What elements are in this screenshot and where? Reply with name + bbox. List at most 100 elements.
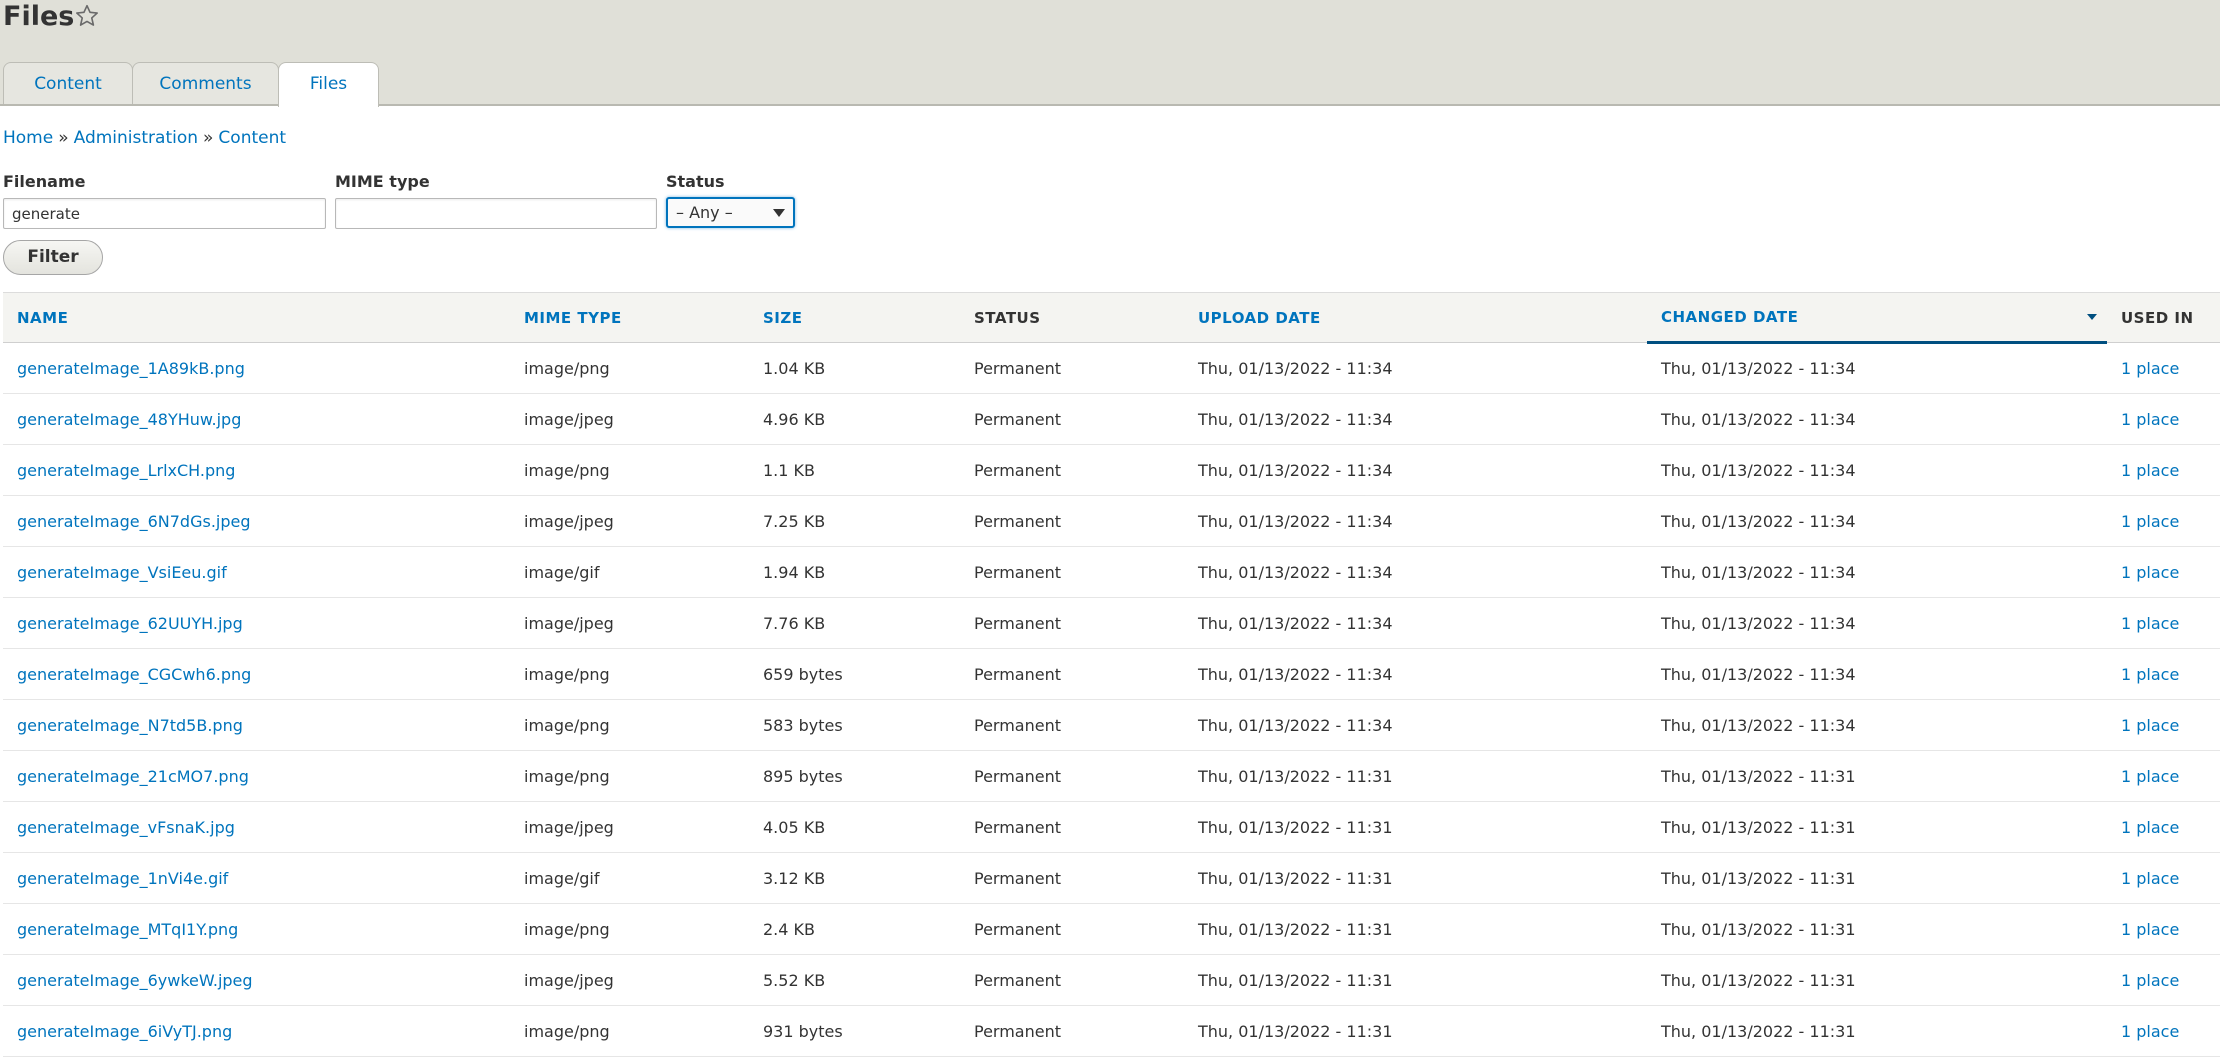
mime-type-cell: image/png [510, 904, 749, 955]
upload-date-cell: Thu, 01/13/2022 - 11:31 [1184, 802, 1647, 853]
tab-content[interactable]: Content [3, 62, 133, 104]
used-in-cell: 1 place [2107, 547, 2220, 598]
files-table: NAME MIME TYPE SIZE STATUS UPLOAD DATE C… [3, 292, 2220, 1057]
used-in-link[interactable]: 1 place [2121, 410, 2179, 429]
status-cell: Permanent [960, 1006, 1184, 1057]
file-name-cell: generateImage_62UUYH.jpg [3, 598, 510, 649]
upload-date-cell: Thu, 01/13/2022 - 11:34 [1184, 649, 1647, 700]
changed-date-cell: Thu, 01/13/2022 - 11:34 [1661, 715, 1856, 735]
used-in-cell: 1 place [2107, 445, 2220, 496]
size-cell: 4.05 KB [763, 817, 826, 837]
mime-type-input[interactable] [335, 198, 657, 229]
file-name-link[interactable]: generateImage_1A89kB.png [17, 359, 245, 378]
size-cell: 2.4 KB [763, 919, 815, 939]
column-header-changed-date[interactable]: CHANGED DATE [1647, 292, 2107, 344]
column-header-size[interactable]: SIZE [749, 293, 960, 343]
file-name-link[interactable]: generateImage_6N7dGs.jpeg [17, 512, 251, 531]
column-header-mime-type[interactable]: MIME TYPE [510, 293, 749, 343]
file-name-cell: generateImage_6iVyTJ.png [3, 1006, 510, 1057]
table-row: generateImage_VsiEeu.gif image/gif 1.94 KB… [3, 547, 2220, 598]
file-name-cell: generateImage_MTqI1Y.png [3, 904, 510, 955]
used-in-link[interactable]: 1 place [2121, 1022, 2179, 1041]
used-in-link[interactable]: 1 place [2121, 716, 2179, 735]
file-name-cell: generateImage_N7td5B.png [3, 700, 510, 751]
size-cell: 7.25 KB [763, 511, 826, 531]
used-in-link[interactable]: 1 place [2121, 461, 2179, 480]
used-in-link[interactable]: 1 place [2121, 767, 2179, 786]
changed-date-cell: Thu, 01/13/2022 - 11:34 [1661, 613, 1856, 633]
tab-comments[interactable]: Comments [132, 62, 279, 104]
breadcrumb-home[interactable]: Home [3, 128, 53, 148]
changed-date-cell: Thu, 01/13/2022 - 11:31 [1661, 1021, 1856, 1041]
file-name-link[interactable]: generateImage_VsiEeu.gif [17, 563, 227, 582]
upload-date-cell: Thu, 01/13/2022 - 11:31 [1184, 1006, 1647, 1057]
sort-descending-icon [2087, 314, 2097, 320]
file-name-link[interactable]: generateImage_vFsnaK.jpg [17, 818, 235, 837]
status-cell: Permanent [974, 664, 1062, 684]
used-in-link[interactable]: 1 place [2121, 563, 2179, 582]
size-cell: 2.4 KB [749, 904, 960, 955]
breadcrumb-content[interactable]: Content [218, 128, 286, 148]
filename-input[interactable] [3, 198, 326, 229]
breadcrumb-administration[interactable]: Administration [74, 128, 198, 148]
column-header-upload-date[interactable]: UPLOAD DATE [1184, 293, 1647, 343]
filter-button[interactable]: Filter [3, 240, 103, 275]
changed-date-cell: Thu, 01/13/2022 - 11:31 [1647, 853, 2107, 904]
table-row: generateImage_MTqI1Y.png image/png 2.4 KB P… [3, 904, 2220, 955]
size-cell: 895 bytes [749, 751, 960, 802]
upload-date-cell: Thu, 01/13/2022 - 11:31 [1198, 1021, 1393, 1041]
file-name-link[interactable]: generateImage_CGCwh6.png [17, 665, 251, 684]
table-row: generateImage_6iVyTJ.png image/png 931 byt… [3, 1006, 2220, 1057]
used-in-link[interactable]: 1 place [2121, 818, 2179, 837]
used-in-cell: 1 place [2107, 700, 2220, 751]
used-in-link[interactable]: 1 place [2121, 614, 2179, 633]
upload-date-cell: Thu, 01/13/2022 - 11:31 [1198, 817, 1393, 837]
size-cell: 1.94 KB [749, 547, 960, 598]
table-row: generateImage_21cMO7.png image/png 895 byt… [3, 751, 2220, 802]
filename-label: Filename [3, 172, 86, 191]
changed-date-cell: Thu, 01/13/2022 - 11:31 [1661, 970, 1856, 990]
file-name-link[interactable]: generateImage_MTqI1Y.png [17, 920, 238, 939]
status-cell: Permanent [960, 598, 1184, 649]
used-in-link[interactable]: 1 place [2121, 665, 2179, 684]
upload-date-cell: Thu, 01/13/2022 - 11:34 [1184, 445, 1647, 496]
changed-date-cell: Thu, 01/13/2022 - 11:34 [1661, 409, 1856, 429]
used-in-link[interactable]: 1 place [2121, 512, 2179, 531]
file-name-link[interactable]: generateImage_62UUYH.jpg [17, 614, 243, 633]
breadcrumb: Home» Administration» Content [3, 126, 286, 150]
used-in-link[interactable]: 1 place [2121, 359, 2179, 378]
size-cell: 3.12 KB [763, 868, 826, 888]
mime-type-cell: image/png [524, 460, 610, 480]
table-row: generateImage_LrlxCH.png image/png 1.1 KB P… [3, 445, 2220, 496]
used-in-link[interactable]: 1 place [2121, 920, 2179, 939]
used-in-link[interactable]: 1 place [2121, 971, 2179, 990]
mime-type-cell: image/jpeg [524, 970, 614, 990]
mime-type-cell: image/png [524, 766, 610, 786]
mime-type-cell: image/jpeg [524, 613, 614, 633]
file-name-link[interactable]: generateImage_48YHuw.jpg [17, 410, 241, 429]
star-outline-icon[interactable] [74, 3, 100, 29]
tab-files[interactable]: Files [278, 62, 379, 107]
file-name-link[interactable]: generateImage_6ywkeW.jpeg [17, 971, 253, 990]
file-name-link[interactable]: generateImage_N7td5B.png [17, 716, 243, 735]
changed-date-cell: Thu, 01/13/2022 - 11:31 [1661, 868, 1856, 888]
file-name-link[interactable]: generateImage_LrlxCH.png [17, 461, 235, 480]
changed-date-cell: Thu, 01/13/2022 - 11:34 [1647, 649, 2107, 700]
file-name-link[interactable]: generateImage_6iVyTJ.png [17, 1022, 232, 1041]
status-cell: Permanent [974, 613, 1062, 633]
file-name-link[interactable]: generateImage_21cMO7.png [17, 767, 249, 786]
file-name-cell: generateImage_CGCwh6.png [3, 649, 510, 700]
status-cell: Permanent [974, 511, 1062, 531]
used-in-cell: 1 place [2107, 904, 2220, 955]
status-cell: Permanent [960, 394, 1184, 445]
column-header-name[interactable]: NAME [3, 293, 510, 343]
file-name-cell: generateImage_1A89kB.png [3, 343, 510, 394]
mime-type-cell: image/png [510, 1006, 749, 1057]
mime-type-cell: image/jpeg [510, 802, 749, 853]
mime-type-cell: image/jpeg [510, 496, 749, 547]
status-cell: Permanent [974, 460, 1062, 480]
file-name-link[interactable]: generateImage_1nVi4e.gif [17, 869, 228, 888]
used-in-link[interactable]: 1 place [2121, 869, 2179, 888]
status-select[interactable]: – Any – [666, 197, 795, 228]
changed-date-cell: Thu, 01/13/2022 - 11:31 [1661, 766, 1856, 786]
